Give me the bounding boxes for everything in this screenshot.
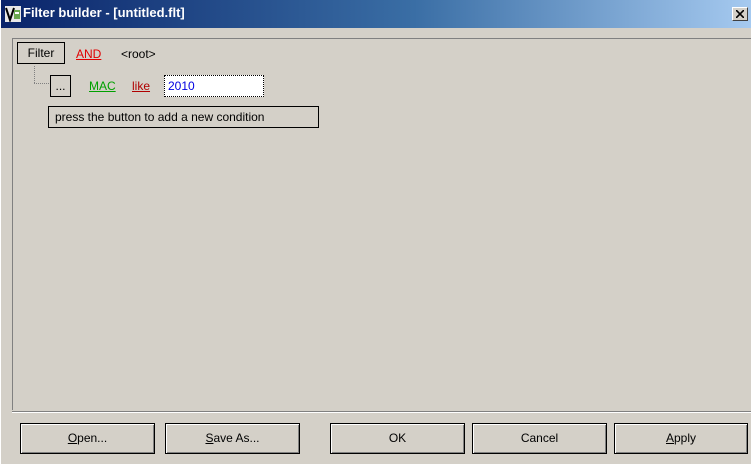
- window-title: Filter builder - [untitled.flt]: [23, 5, 185, 20]
- condition-comparison-link[interactable]: like: [132, 79, 150, 93]
- app-icon: [5, 6, 21, 22]
- button-separator: [12, 411, 751, 413]
- open-button[interactable]: Open...: [20, 423, 155, 454]
- tree-connector-vertical: [34, 66, 35, 83]
- apply-label: pply: [674, 431, 697, 445]
- condition-menu-button[interactable]: ...: [50, 75, 71, 97]
- cancel-button[interactable]: Cancel: [472, 423, 607, 454]
- condition-field-link[interactable]: MAC: [89, 79, 116, 93]
- tree-connector-horizontal: [34, 83, 49, 84]
- apply-button[interactable]: Apply: [614, 423, 748, 454]
- apply-mnemonic: A: [665, 431, 674, 445]
- close-button[interactable]: [732, 7, 748, 21]
- save-as-label: ave As...: [213, 431, 260, 445]
- open-mnemonic: O: [67, 431, 78, 445]
- title-bar[interactable]: Filter builder - [untitled.flt]: [1, 0, 751, 28]
- ok-button[interactable]: OK: [330, 423, 465, 454]
- close-icon: [736, 10, 744, 18]
- filter-builder-window: Filter builder - [untitled.flt] Filter A…: [0, 0, 751, 464]
- add-condition-hint: press the button to add a new condition: [48, 106, 319, 128]
- operator-link[interactable]: AND: [76, 47, 101, 61]
- filter-tree-panel: [12, 38, 751, 410]
- root-label: <root>: [121, 47, 156, 61]
- filter-root-button[interactable]: Filter: [17, 42, 65, 64]
- open-label: pen...: [77, 431, 108, 445]
- condition-value-input[interactable]: [164, 75, 264, 97]
- save-as-button[interactable]: Save As...: [165, 423, 300, 454]
